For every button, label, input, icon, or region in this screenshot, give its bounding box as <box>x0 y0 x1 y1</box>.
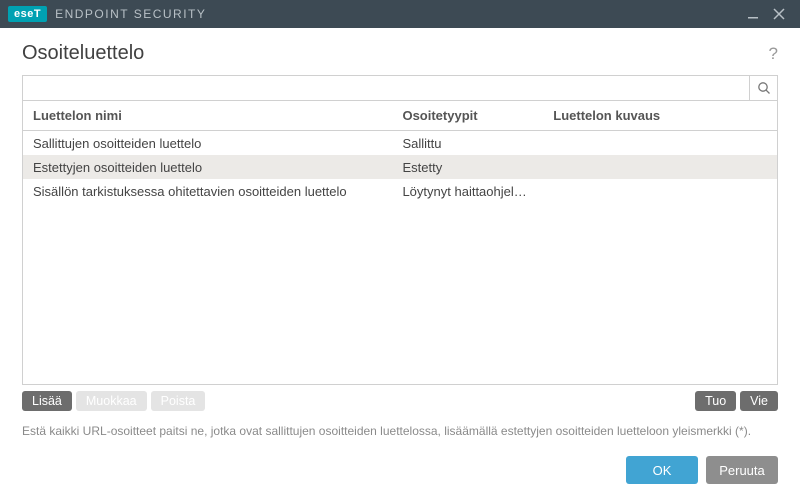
footer: OK Peruuta <box>0 440 800 500</box>
table-row[interactable]: Sisällön tarkistuksessa ohitettavien oso… <box>23 179 777 203</box>
delete-button[interactable]: Poista <box>151 391 206 411</box>
ok-button[interactable]: OK <box>626 456 698 484</box>
brand-product: ENDPOINT SECURITY <box>55 7 206 21</box>
table-cell-name: Estettyjen osoitteiden luettelo <box>23 160 392 175</box>
col-header-desc[interactable]: Luettelon kuvaus <box>543 108 777 123</box>
edit-button[interactable]: Muokkaa <box>76 391 147 411</box>
header: Osoiteluettelo ? <box>0 28 800 75</box>
import-button[interactable]: Tuo <box>695 391 736 411</box>
search-input[interactable] <box>23 76 749 100</box>
add-button[interactable]: Lisää <box>22 391 72 411</box>
table-row[interactable]: Estettyjen osoitteiden luetteloEstetty <box>23 155 777 179</box>
table-row[interactable]: Sallittujen osoitteiden luetteloSallittu <box>23 131 777 155</box>
titlebar: eseT ENDPOINT SECURITY <box>0 0 800 28</box>
table-header: Luettelon nimi Osoitetyypit Luettelon ku… <box>23 101 777 131</box>
content: Luettelon nimi Osoitetyypit Luettelon ku… <box>0 75 800 440</box>
table: Luettelon nimi Osoitetyypit Luettelon ku… <box>22 101 778 385</box>
cancel-button[interactable]: Peruuta <box>706 456 778 484</box>
table-cell-type: Löytynyt haittaohjelma o... <box>392 184 543 199</box>
brand-logo: eseT <box>8 6 47 22</box>
export-button[interactable]: Vie <box>740 391 778 411</box>
table-cell-name: Sisällön tarkistuksessa ohitettavien oso… <box>23 184 392 199</box>
search-icon <box>757 81 771 95</box>
table-cell-name: Sallittujen osoitteiden luettelo <box>23 136 392 151</box>
page-title: Osoiteluettelo <box>22 42 144 65</box>
close-button[interactable] <box>766 1 792 27</box>
col-header-name[interactable]: Luettelon nimi <box>23 108 392 123</box>
search-row <box>22 75 778 101</box>
table-body: Sallittujen osoitteiden luetteloSallittu… <box>23 131 777 384</box>
table-cell-type: Estetty <box>392 160 543 175</box>
col-header-type[interactable]: Osoitetyypit <box>392 108 543 123</box>
help-icon[interactable]: ? <box>769 44 778 64</box>
minimize-button[interactable] <box>740 1 766 27</box>
table-cell-type: Sallittu <box>392 136 543 151</box>
search-button[interactable] <box>749 76 777 100</box>
action-row: Lisää Muokkaa Poista Tuo Vie <box>22 391 778 411</box>
hint-text: Estä kaikki URL-osoitteet paitsi ne, jot… <box>22 423 778 440</box>
